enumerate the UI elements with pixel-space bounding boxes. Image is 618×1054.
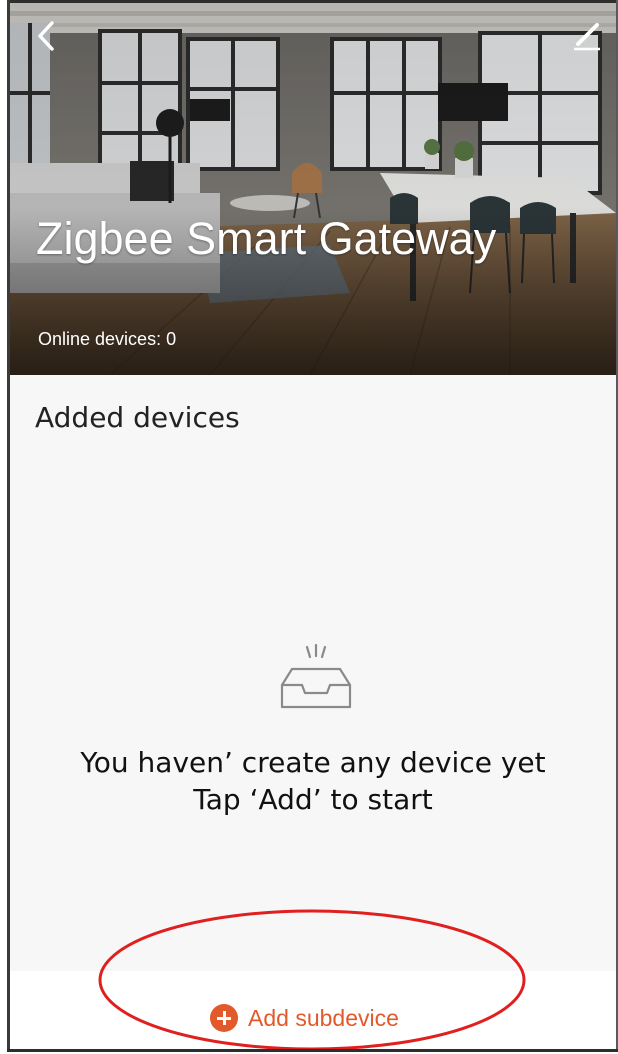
added-devices-heading: Added devices <box>35 401 240 434</box>
add-subdevice-label: Add subdevice <box>248 1004 399 1031</box>
empty-state-message: You haven’ create any device yet <box>80 746 546 779</box>
empty-state-hint: Tap ‘Add’ to start <box>193 783 433 816</box>
edit-button[interactable] <box>570 19 604 53</box>
empty-tray-icon <box>280 643 352 709</box>
app-screen: Zigbee Smart Gateway Online devices: 0 A… <box>10 3 616 1049</box>
plus-circle-icon <box>210 1004 238 1032</box>
room-photo <box>10 3 616 375</box>
pencil-icon <box>574 23 600 51</box>
online-devices-count: Online devices: 0 <box>38 329 177 349</box>
back-button[interactable] <box>32 19 62 53</box>
add-subdevice-button[interactable]: Add subdevice <box>210 1001 399 1035</box>
device-title: Zigbee Smart Gateway <box>36 213 497 264</box>
header-banner: Zigbee Smart Gateway Online devices: 0 <box>10 3 616 375</box>
chevron-left-icon <box>38 21 54 51</box>
bottom-action-bar: Add subdevice <box>10 971 616 1049</box>
